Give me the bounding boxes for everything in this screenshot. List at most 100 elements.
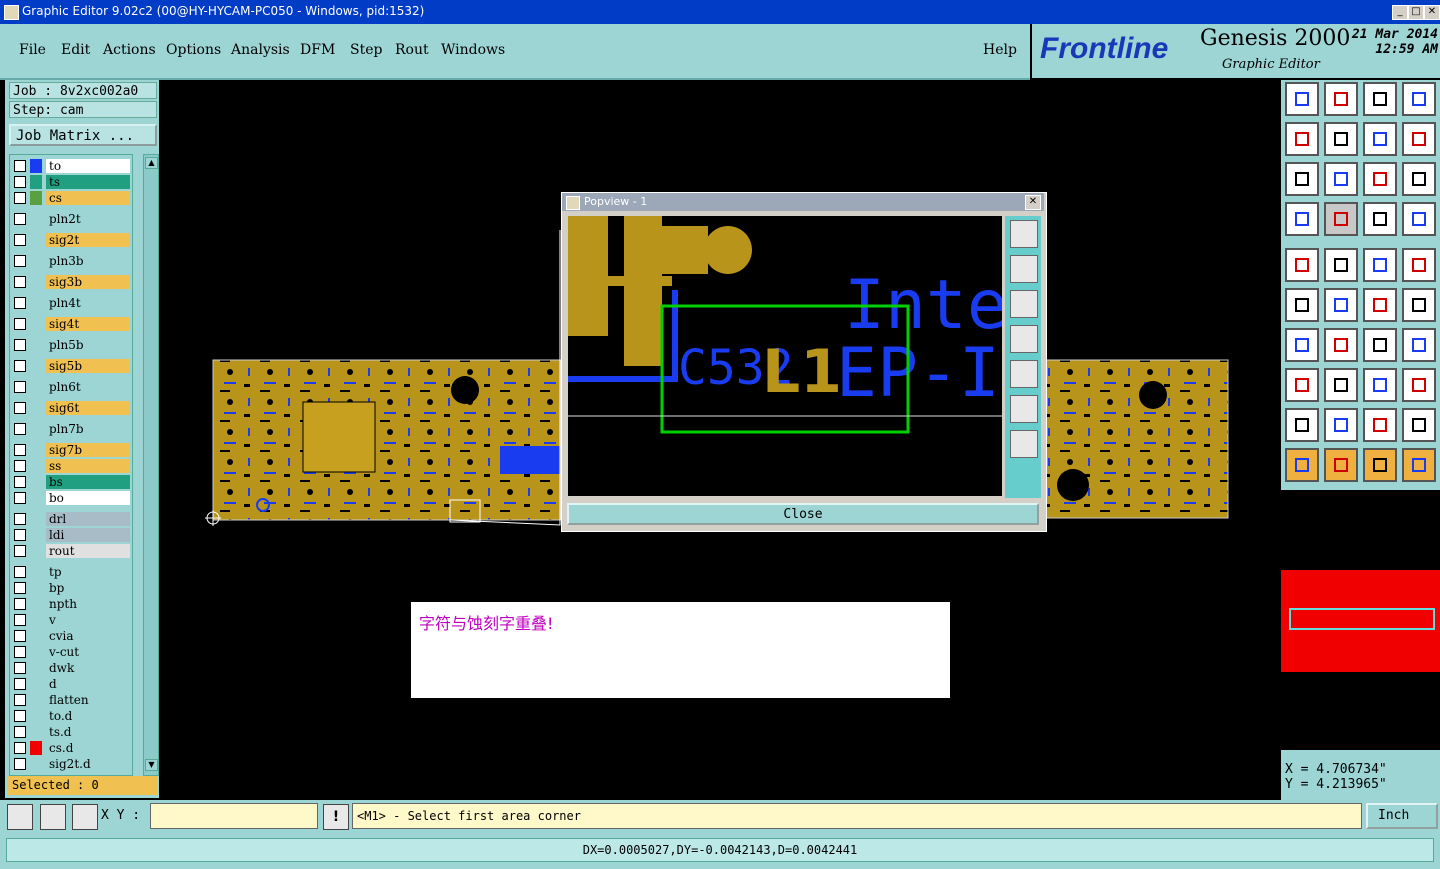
job-matrix-button[interactable]: Job Matrix ... [9, 124, 157, 146]
layer-checkbox[interactable] [14, 710, 26, 722]
grid-mode-icon[interactable] [72, 804, 98, 830]
layer-row[interactable]: d [10, 677, 132, 691]
layer-row[interactable]: dwk [10, 661, 132, 675]
layer-row[interactable]: sig3b [10, 275, 132, 289]
ruler-icon[interactable] [1363, 248, 1397, 282]
layer-checkbox[interactable] [14, 423, 26, 435]
layer-name[interactable]: bp [46, 581, 130, 595]
layer-row[interactable]: pln3b [10, 254, 132, 268]
popview-canvas[interactable]: C532 L1 EP-I Inte [568, 216, 1002, 496]
layer-row[interactable]: cvia [10, 629, 132, 643]
layer-row[interactable]: cs [10, 191, 132, 205]
add-pad-icon[interactable] [1285, 248, 1319, 282]
layer-row[interactable]: v [10, 613, 132, 627]
layer-checkbox[interactable] [14, 513, 26, 525]
snap-icon[interactable] [1363, 202, 1397, 236]
layer-color-swatch[interactable] [30, 191, 42, 205]
layer-name[interactable]: bo [46, 491, 130, 505]
mirror-icon[interactable] [1402, 328, 1436, 362]
layer-name[interactable]: pln5b [46, 338, 130, 352]
popview-pan-up-icon[interactable] [1010, 255, 1038, 283]
menu-actions[interactable]: Actions [103, 42, 156, 58]
zoom-page-icon[interactable] [1324, 82, 1358, 116]
layer-row[interactable]: sig6t [10, 401, 132, 415]
layer-row[interactable]: rout [10, 544, 132, 558]
layer-name[interactable]: rout [46, 544, 130, 558]
maximize-button[interactable]: □ [1408, 5, 1424, 20]
layer-row[interactable]: pln4t [10, 296, 132, 310]
layer-checkbox[interactable] [14, 318, 26, 330]
layer-name[interactable]: ss [46, 459, 130, 473]
triangle-a-icon[interactable] [1363, 408, 1397, 442]
layer-name[interactable]: pln2t [46, 212, 130, 226]
pan-left-icon[interactable] [1285, 122, 1319, 156]
layer-name[interactable]: v-cut [46, 645, 130, 659]
layer-checkbox[interactable] [14, 545, 26, 557]
layer-checkbox[interactable] [14, 694, 26, 706]
layer-checkbox[interactable] [14, 476, 26, 488]
layer-checkbox[interactable] [14, 646, 26, 658]
layer-checkbox[interactable] [14, 630, 26, 642]
measure-tool-icon[interactable] [1285, 202, 1319, 236]
layer-row[interactable]: flatten [10, 693, 132, 707]
layer-name[interactable]: sig4t [46, 317, 130, 331]
menu-options[interactable]: Options [166, 42, 221, 58]
layer-row[interactable]: bs [10, 475, 132, 489]
popview-zoom-in-icon[interactable] [1010, 220, 1038, 248]
center-icon[interactable] [1324, 162, 1358, 196]
layer-checkbox[interactable] [14, 176, 26, 188]
layer-checkbox[interactable] [14, 566, 26, 578]
layer-name[interactable]: v [46, 613, 130, 627]
select-path-icon[interactable] [1402, 448, 1436, 482]
menu-help[interactable]: Help [983, 42, 1017, 58]
popview-pan-left-icon[interactable] [1010, 325, 1038, 353]
draw-line-icon[interactable] [1285, 328, 1319, 362]
menu-step[interactable]: Step [350, 42, 382, 58]
rotate-icon[interactable] [1363, 328, 1397, 362]
layer-name[interactable]: pln3b [46, 254, 130, 268]
layer-row[interactable]: ldi [10, 528, 132, 542]
layer-name[interactable]: ts.d [46, 725, 130, 739]
layer-row[interactable]: pln2t [10, 212, 132, 226]
layer-row[interactable]: sig7b [10, 443, 132, 457]
menu-edit[interactable]: Edit [61, 42, 90, 58]
layer-name[interactable]: cs [46, 191, 130, 205]
layer-row[interactable]: sig4t [10, 317, 132, 331]
home-icon[interactable] [1363, 82, 1397, 116]
layer-color-swatch[interactable] [30, 159, 42, 173]
popview-pan-down-icon[interactable] [1010, 290, 1038, 318]
layer-name[interactable]: to.d [46, 709, 130, 723]
scroll-up-icon[interactable]: ▲ [145, 157, 158, 169]
pan-right-icon[interactable] [1324, 122, 1358, 156]
layer-checkbox[interactable] [14, 492, 26, 504]
layer-name[interactable]: tp [46, 565, 130, 579]
triangle-b-icon[interactable] [1402, 408, 1436, 442]
layer-name[interactable]: sig2t.d [46, 757, 130, 771]
layer-name[interactable]: pln4t [46, 296, 130, 310]
fit-icon[interactable] [1285, 162, 1319, 196]
layer-row[interactable]: sig5b [10, 359, 132, 373]
layer-name[interactable]: cvia [46, 629, 130, 643]
layer-name[interactable]: pln7b [46, 422, 130, 436]
layer-checkbox[interactable] [14, 444, 26, 456]
minimap[interactable] [1281, 490, 1440, 750]
layer-checkbox[interactable] [14, 529, 26, 541]
group-icon[interactable] [1402, 368, 1436, 402]
layer-row[interactable]: pln5b [10, 338, 132, 352]
layer-name[interactable]: sig5b [46, 359, 130, 373]
menu-rout[interactable]: Rout [395, 42, 429, 58]
layer-name[interactable]: bs [46, 475, 130, 489]
layer-row[interactable]: to.d [10, 709, 132, 723]
edit-shape-icon[interactable] [1324, 248, 1358, 282]
layer-row[interactable]: ss [10, 459, 132, 473]
layer-row[interactable]: ts [10, 175, 132, 189]
layer-row[interactable]: bo [10, 491, 132, 505]
popview-pan-right-icon[interactable] [1010, 360, 1038, 388]
cross-icon[interactable] [1324, 288, 1358, 322]
layer-row[interactable]: sig2t.d [10, 757, 132, 771]
layer-row[interactable]: pln7b [10, 422, 132, 436]
grid-icon[interactable] [1324, 202, 1358, 236]
layer-checkbox[interactable] [14, 662, 26, 674]
help-icon[interactable] [1402, 162, 1436, 196]
horizontal-line-icon[interactable] [1324, 368, 1358, 402]
